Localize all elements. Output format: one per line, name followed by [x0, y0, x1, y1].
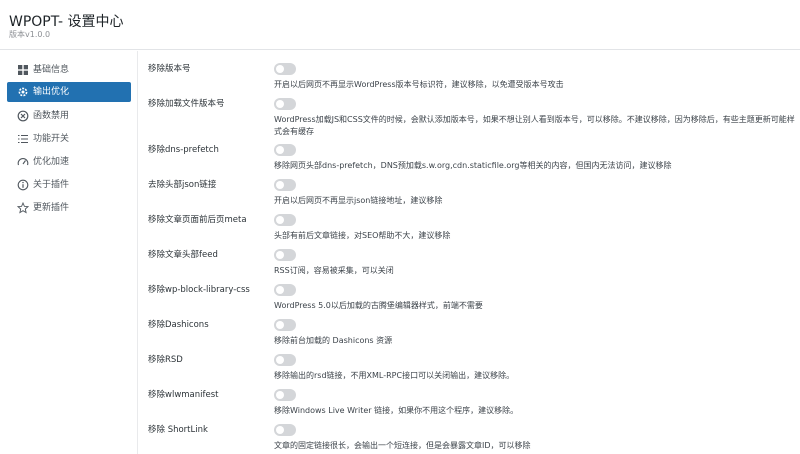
- setting-label: 移除wlwmanifest: [148, 390, 219, 400]
- setting-toggle[interactable]: [274, 319, 296, 331]
- app-header: WPOPT- 设置中心 版本v1.0.0: [0, 0, 800, 50]
- sidebar-item-update-plugin[interactable]: 更新插件: [7, 198, 131, 218]
- toggle-knob: [276, 216, 284, 224]
- sidebar: 基础信息 输出优化 函数禁用 功能开关 优化加速 关于插件 更新插件: [0, 51, 138, 454]
- toggle-knob: [276, 100, 284, 108]
- sidebar-item-about-plugin[interactable]: 关于插件: [7, 175, 131, 195]
- grid-icon: [17, 64, 29, 76]
- sidebar-item-output-optimization[interactable]: 输出优化: [7, 82, 131, 102]
- setting-label: 移除文章头部feed: [148, 250, 218, 260]
- sidebar-item-basic-info[interactable]: 基础信息: [7, 60, 131, 80]
- list-icon: [17, 133, 29, 145]
- sidebar-item-label: 关于插件: [33, 180, 70, 190]
- setting-description: 移除网页头部dns-prefetch，DNS预加载s.w.org,cdn.sta…: [274, 161, 672, 170]
- setting-label: 移除Dashicons: [148, 320, 209, 330]
- setting-toggle[interactable]: [274, 144, 296, 156]
- setting-toggle[interactable]: [274, 389, 296, 401]
- toggle-knob: [276, 321, 284, 329]
- setting-description: 开启以后网页不再显示json链接地址，建议移除: [274, 196, 443, 205]
- speedometer-icon: [17, 156, 29, 168]
- toggle-knob: [276, 426, 284, 434]
- setting-toggle[interactable]: [274, 63, 296, 75]
- toggle-knob: [276, 356, 284, 364]
- setting-toggle[interactable]: [274, 98, 296, 110]
- setting-description: WordPress加载JS和CSS文件的时候，会默认添加版本号，如果不想让别人看…: [274, 115, 795, 136]
- setting-label: 移除文章页面前后页meta: [148, 215, 247, 225]
- setting-label: 移除wp-block-library-css: [148, 285, 250, 295]
- setting-toggle[interactable]: [274, 249, 296, 261]
- sidebar-item-speed-optimization[interactable]: 优化加速: [7, 152, 131, 172]
- info-icon: [17, 179, 29, 191]
- setting-description: 移除Windows Live Writer 链接，如果你不用这个程序，建议移除。: [274, 406, 519, 415]
- setting-toggle[interactable]: [274, 424, 296, 436]
- setting-description: WordPress 5.0以后加载的古腾堡编辑器样式，前端不需要: [274, 301, 483, 310]
- setting-description: 文章的固定链接很长，会输出一个短连接，但是会暴露文章ID，可以移除: [274, 441, 531, 450]
- toggle-knob: [276, 391, 284, 399]
- sidebar-item-function-disable[interactable]: 函数禁用: [7, 106, 131, 126]
- setting-description: 移除输出的rsd链接，不用XML-RPC接口可以关闭输出，建议移除。: [274, 371, 515, 380]
- sidebar-item-label: 更新插件: [33, 203, 70, 213]
- sidebar-item-label: 优化加速: [33, 157, 70, 167]
- toggle-knob: [276, 181, 284, 189]
- setting-label: 移除RSD: [148, 355, 183, 365]
- setting-toggle[interactable]: [274, 214, 296, 226]
- setting-toggle[interactable]: [274, 354, 296, 366]
- star-icon: [17, 202, 29, 214]
- setting-description: 头部有前后文章链接，对SEO帮助不大，建议移除: [274, 231, 451, 240]
- block-icon: [17, 110, 29, 122]
- setting-label: 移除dns-prefetch: [148, 145, 219, 155]
- settings-panel: 移除版本号 开启以后网页不再显示WordPress版本号标识符，建议移除，以免遭…: [139, 51, 800, 454]
- setting-label: 移除 ShortLink: [148, 425, 208, 435]
- gear-icon: [17, 86, 29, 98]
- sidebar-item-label: 函数禁用: [33, 111, 70, 121]
- toggle-knob: [276, 286, 284, 294]
- app-version: 版本v1.0.0: [9, 30, 51, 39]
- setting-description: RSS订阅，容易被采集，可以关闭: [274, 266, 394, 275]
- setting-toggle[interactable]: [274, 179, 296, 191]
- app-title: WPOPT- 设置中心: [9, 14, 124, 30]
- sidebar-item-label: 基础信息: [33, 65, 70, 75]
- setting-label: 移除版本号: [148, 64, 191, 74]
- toggle-knob: [276, 251, 284, 259]
- setting-label: 去除头部json链接: [148, 180, 217, 190]
- setting-toggle[interactable]: [274, 284, 296, 296]
- sidebar-item-label: 功能开关: [33, 134, 70, 144]
- sidebar-item-feature-switch[interactable]: 功能开关: [7, 129, 131, 149]
- sidebar-item-label: 输出优化: [33, 87, 70, 97]
- toggle-knob: [276, 146, 284, 154]
- setting-description: 开启以后网页不再显示WordPress版本号标识符，建议移除，以免遭受版本号攻击: [274, 80, 564, 89]
- setting-description: 移除前台加载的 Dashicons 资源: [274, 336, 393, 345]
- toggle-knob: [276, 65, 284, 73]
- setting-label: 移除加载文件版本号: [148, 99, 225, 109]
